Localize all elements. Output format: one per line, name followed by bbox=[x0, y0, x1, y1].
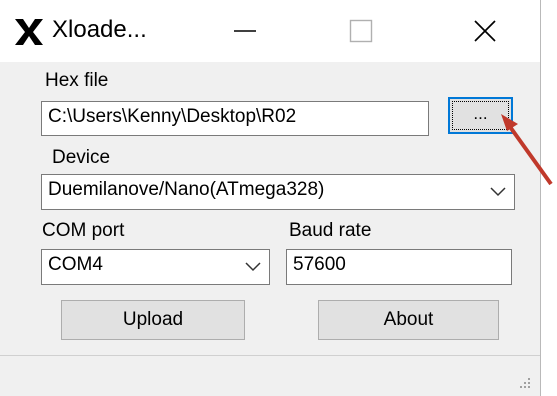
maximize-icon bbox=[349, 19, 373, 43]
minimize-button[interactable] bbox=[200, 0, 290, 62]
resize-grip-icon[interactable] bbox=[516, 374, 532, 390]
x-logo-icon bbox=[15, 19, 43, 45]
minimize-icon bbox=[234, 30, 256, 32]
upload-button[interactable]: Upload bbox=[61, 300, 245, 340]
browse-button[interactable]: ... bbox=[448, 97, 513, 134]
focus-rectangle bbox=[452, 101, 509, 130]
device-select[interactable]: Duemilanove/Nano(ATmega328) bbox=[41, 174, 515, 210]
com-port-select[interactable]: COM4 bbox=[41, 249, 270, 285]
chevron-down-icon bbox=[245, 262, 261, 272]
com-port-label: COM port bbox=[42, 220, 125, 241]
close-button[interactable] bbox=[440, 0, 530, 62]
xloader-window: Xloade... Hex file C:\Users\Kenny\Deskto… bbox=[0, 0, 541, 396]
maximize-button[interactable] bbox=[316, 0, 406, 62]
title-bar[interactable]: Xloade... bbox=[0, 0, 540, 62]
com-port-selected-value: COM4 bbox=[48, 254, 103, 275]
baud-rate-label: Baud rate bbox=[289, 220, 372, 241]
baud-rate-input[interactable]: 57600 bbox=[286, 249, 512, 285]
device-selected-value: Duemilanove/Nano(ATmega328) bbox=[48, 179, 325, 200]
device-label: Device bbox=[52, 147, 111, 168]
about-button[interactable]: About bbox=[318, 300, 499, 340]
close-icon bbox=[474, 20, 496, 42]
status-bar-separator bbox=[0, 355, 540, 356]
window-title: Xloade... bbox=[52, 16, 147, 43]
hex-file-label: Hex file bbox=[45, 70, 109, 91]
chevron-down-icon bbox=[490, 187, 506, 197]
hex-file-input[interactable]: C:\Users\Kenny\Desktop\R02 bbox=[41, 101, 429, 136]
